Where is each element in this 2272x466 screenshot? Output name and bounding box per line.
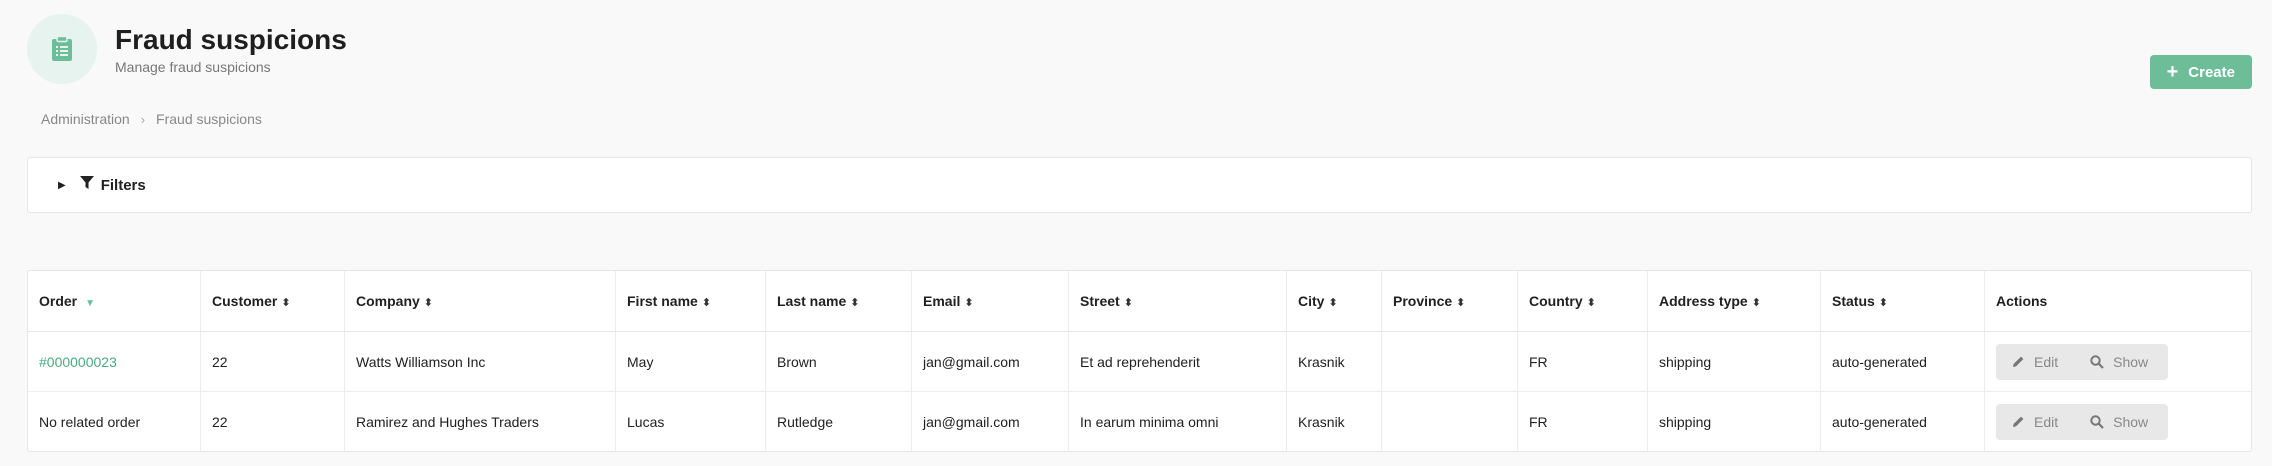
cell-company: Ramirez and Hughes Traders bbox=[344, 391, 616, 451]
cell-street: Et ad reprehenderit bbox=[1068, 331, 1287, 392]
filters-label: Filters bbox=[100, 176, 146, 194]
sort-icon: ⬍ bbox=[1751, 297, 1761, 309]
sort-icon: ⬍ bbox=[423, 297, 434, 309]
cell-street: In earum minima omni bbox=[1068, 391, 1287, 451]
sort-icon: ⬍ bbox=[850, 297, 860, 309]
cell-country: FR bbox=[1517, 391, 1648, 451]
column-address-type[interactable]: Address type ⬍ bbox=[1647, 271, 1821, 332]
edit-button[interactable]: Edit bbox=[1996, 403, 2075, 440]
breadcrumb-item-current: Fraud suspicions bbox=[156, 111, 262, 127]
breadcrumb: Administration › Fraud suspicions bbox=[41, 111, 262, 127]
page-header: Fraud suspicions Manage fraud suspicions bbox=[27, 14, 347, 84]
page-subtitle: Manage fraud suspicions bbox=[115, 59, 271, 75]
cell-status: auto-generated bbox=[1820, 391, 1985, 451]
order-link[interactable]: #000000023 bbox=[39, 354, 117, 370]
sort-icon: ⬍ bbox=[1123, 297, 1133, 309]
breadcrumb-item-administration[interactable]: Administration bbox=[41, 111, 130, 127]
fraud-table: Order ▼ Customer ⬍ Company ⬍ First name ⬍ La… bbox=[27, 270, 2252, 452]
search-icon bbox=[2090, 414, 2104, 429]
cell-company: Watts Williamson Inc bbox=[344, 331, 616, 392]
filters-panel: ▶ Filters bbox=[27, 157, 2252, 213]
pencil-icon bbox=[2013, 356, 2024, 367]
column-first-name[interactable]: First name ⬍ bbox=[615, 271, 766, 332]
cell-city: Krasnik bbox=[1286, 331, 1382, 392]
search-icon bbox=[2090, 354, 2104, 369]
table-row: No related order 22 Ramirez and Hughes T… bbox=[28, 391, 2252, 452]
cell-first-name: May bbox=[615, 331, 766, 392]
column-order[interactable]: Order ▼ bbox=[28, 271, 201, 332]
cell-last-name: Brown bbox=[765, 331, 912, 392]
sort-icon: ⬍ bbox=[964, 297, 974, 309]
filter-icon bbox=[79, 176, 94, 194]
create-button[interactable]: + Create bbox=[2149, 55, 2252, 89]
table-row: #000000023 22 Watts Williamson Inc May B… bbox=[28, 331, 2251, 392]
column-country[interactable]: Country ⬍ bbox=[1517, 271, 1648, 332]
page-title: Fraud suspicions bbox=[115, 24, 347, 55]
column-email[interactable]: Email ⬍ bbox=[911, 271, 1069, 332]
cell-email: jan@gmail.com bbox=[911, 391, 1069, 451]
show-button[interactable]: Show bbox=[2074, 403, 2169, 440]
clipboard-list-icon bbox=[27, 14, 97, 84]
edit-button[interactable]: Edit bbox=[1996, 343, 2075, 380]
cell-order: No related order bbox=[28, 391, 201, 451]
column-status[interactable]: Status ⬍ bbox=[1820, 271, 1985, 332]
sort-icon: ⬍ bbox=[1328, 297, 1338, 309]
cell-status: auto-generated bbox=[1820, 331, 1985, 392]
show-button[interactable]: Show bbox=[2074, 343, 2169, 380]
cell-email: jan@gmail.com bbox=[911, 331, 1069, 392]
sort-icon: ⬍ bbox=[1586, 297, 1596, 309]
column-last-name[interactable]: Last name ⬍ bbox=[765, 271, 912, 332]
cell-province bbox=[1381, 331, 1518, 392]
cell-first-name: Lucas bbox=[615, 391, 766, 451]
cell-address-type: shipping bbox=[1647, 391, 1821, 451]
create-button-label: Create bbox=[2188, 63, 2235, 81]
cell-city: Krasnik bbox=[1286, 391, 1382, 451]
column-province[interactable]: Province ⬍ bbox=[1381, 271, 1518, 332]
sort-icon: ⬍ bbox=[1878, 297, 1889, 309]
column-company[interactable]: Company ⬍ bbox=[344, 271, 616, 332]
cell-customer: 22 bbox=[200, 331, 345, 392]
cell-actions: Edit Show bbox=[1985, 392, 2252, 452]
chevron-right-icon: › bbox=[140, 111, 146, 127]
table-header-row: Order ▼ Customer ⬍ Company ⬍ First name ⬍ La… bbox=[28, 271, 2251, 332]
column-customer[interactable]: Customer ⬍ bbox=[200, 271, 345, 332]
column-city[interactable]: City ⬍ bbox=[1286, 271, 1382, 332]
caret-right-icon: ▶ bbox=[58, 179, 66, 191]
cell-country: FR bbox=[1517, 331, 1648, 392]
cell-actions: Edit Show bbox=[1984, 331, 2251, 392]
cell-customer: 22 bbox=[200, 391, 345, 451]
cell-last-name: Rutledge bbox=[765, 391, 912, 451]
column-street[interactable]: Street ⬍ bbox=[1068, 271, 1287, 332]
cell-province bbox=[1381, 391, 1518, 451]
cell-address-type: shipping bbox=[1647, 331, 1821, 392]
column-actions: Actions bbox=[1984, 271, 2251, 332]
sort-icon: ⬍ bbox=[701, 297, 712, 309]
sort-icon: ⬍ bbox=[281, 297, 291, 309]
sort-desc-icon: ▼ bbox=[85, 298, 96, 309]
filters-toggle[interactable]: ▶ Filters bbox=[58, 176, 146, 194]
plus-icon: + bbox=[2166, 61, 2179, 83]
sort-icon: ⬍ bbox=[1456, 297, 1466, 309]
pencil-icon bbox=[2013, 416, 2024, 427]
